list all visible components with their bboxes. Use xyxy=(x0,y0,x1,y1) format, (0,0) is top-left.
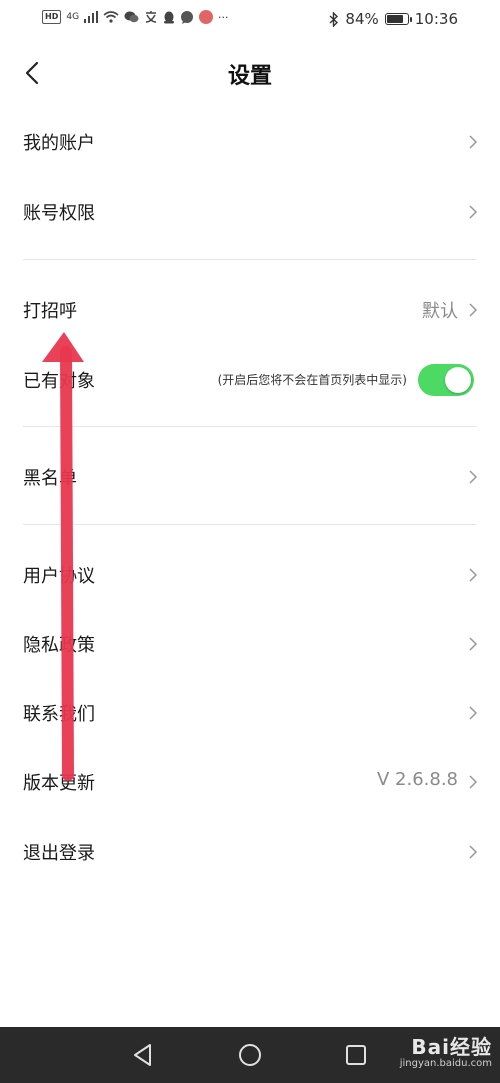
clock: 10:36 xyxy=(414,10,458,28)
header-bar: 设置 xyxy=(0,44,500,104)
signal-icon xyxy=(84,11,99,23)
settings-item-user-agreement[interactable]: 用户协议 xyxy=(0,545,500,605)
settings-item-label: 版本更新 xyxy=(23,773,95,794)
section-divider xyxy=(23,259,477,260)
status-icons-left: HD 4G ··· xyxy=(42,10,229,24)
version-value: V 2.6.8.8 xyxy=(376,769,458,790)
settings-item-label: 联系我们 xyxy=(23,704,95,725)
chevron-right-icon xyxy=(469,845,478,859)
settings-item-label: 账号权限 xyxy=(23,203,95,224)
system-nav-bar: Bai经验 jingyan.baidu.com xyxy=(0,1027,500,1083)
chevron-right-icon xyxy=(469,568,478,582)
battery-percent: 84% xyxy=(345,10,379,28)
settings-item-label: 隐私政策 xyxy=(23,635,95,656)
circle-home-icon xyxy=(239,1044,261,1066)
nav-recent-button[interactable] xyxy=(343,1042,369,1068)
chevron-right-icon xyxy=(469,637,478,651)
chat-icon xyxy=(181,10,194,24)
greeting-value: 默认 xyxy=(422,301,458,322)
settings-item-greeting[interactable]: 打招呼 默认 xyxy=(0,280,500,340)
settings-item-label: 退出登录 xyxy=(23,843,95,864)
section-divider xyxy=(23,524,477,525)
settings-item-account-permissions[interactable]: 账号权限 xyxy=(0,182,500,242)
network-label: 4G xyxy=(66,12,80,22)
page-title: 设置 xyxy=(227,64,272,89)
app-icon xyxy=(199,10,214,24)
settings-item-label: 用户协议 xyxy=(23,566,95,587)
translate-icon xyxy=(145,11,157,23)
triangle-back-icon xyxy=(134,1044,151,1066)
settings-item-logout[interactable]: 退出登录 xyxy=(0,822,500,882)
settings-item-label: 已有对象 xyxy=(23,371,95,392)
chevron-right-icon xyxy=(469,775,478,789)
settings-item-label: 打招呼 xyxy=(23,301,77,322)
chevron-right-icon xyxy=(469,303,478,317)
nav-home-button[interactable] xyxy=(237,1042,263,1068)
watermark-logo: Bai经验 xyxy=(411,1035,492,1059)
wifi-icon xyxy=(103,11,119,23)
settings-item-contact-us[interactable]: 联系我们 xyxy=(0,683,500,743)
more-icon: ··· xyxy=(218,10,229,24)
nav-back-button[interactable] xyxy=(130,1042,156,1068)
has-partner-hint: (开启后您将不会在首页列表中显示) xyxy=(217,373,407,387)
chevron-right-icon xyxy=(469,706,478,720)
battery-icon xyxy=(384,13,412,25)
settings-item-has-partner: 已有对象 (开启后您将不会在首页列表中显示) xyxy=(0,350,500,410)
chevron-right-icon xyxy=(469,135,478,149)
hd-icon: HD xyxy=(42,10,62,24)
has-partner-toggle[interactable] xyxy=(418,364,474,396)
settings-item-label: 我的账户 xyxy=(23,133,95,154)
section-divider xyxy=(23,426,477,427)
chevron-right-icon xyxy=(469,470,478,484)
status-icons-right: 84% 10:36 xyxy=(329,10,458,28)
toggle-knob xyxy=(445,367,471,393)
square-recent-icon xyxy=(346,1045,366,1065)
settings-item-blacklist[interactable]: 黑名单 xyxy=(0,447,500,507)
watermark-url: jingyan.baidu.com xyxy=(399,1058,492,1069)
settings-item-my-account[interactable]: 我的账户 xyxy=(0,112,500,172)
settings-item-label: 黑名单 xyxy=(23,468,77,489)
bluetooth-icon xyxy=(329,11,339,27)
chevron-right-icon xyxy=(469,205,478,219)
watermark: Bai经验 jingyan.baidu.com xyxy=(400,1037,492,1071)
settings-item-version-update[interactable]: 版本更新 V 2.6.8.8 xyxy=(0,752,500,812)
qq-icon xyxy=(164,11,175,23)
wechat-icon xyxy=(124,11,139,23)
status-bar: HD 4G ··· 84% 10:36 xyxy=(0,0,500,38)
settings-item-privacy-policy[interactable]: 隐私政策 xyxy=(0,614,500,674)
